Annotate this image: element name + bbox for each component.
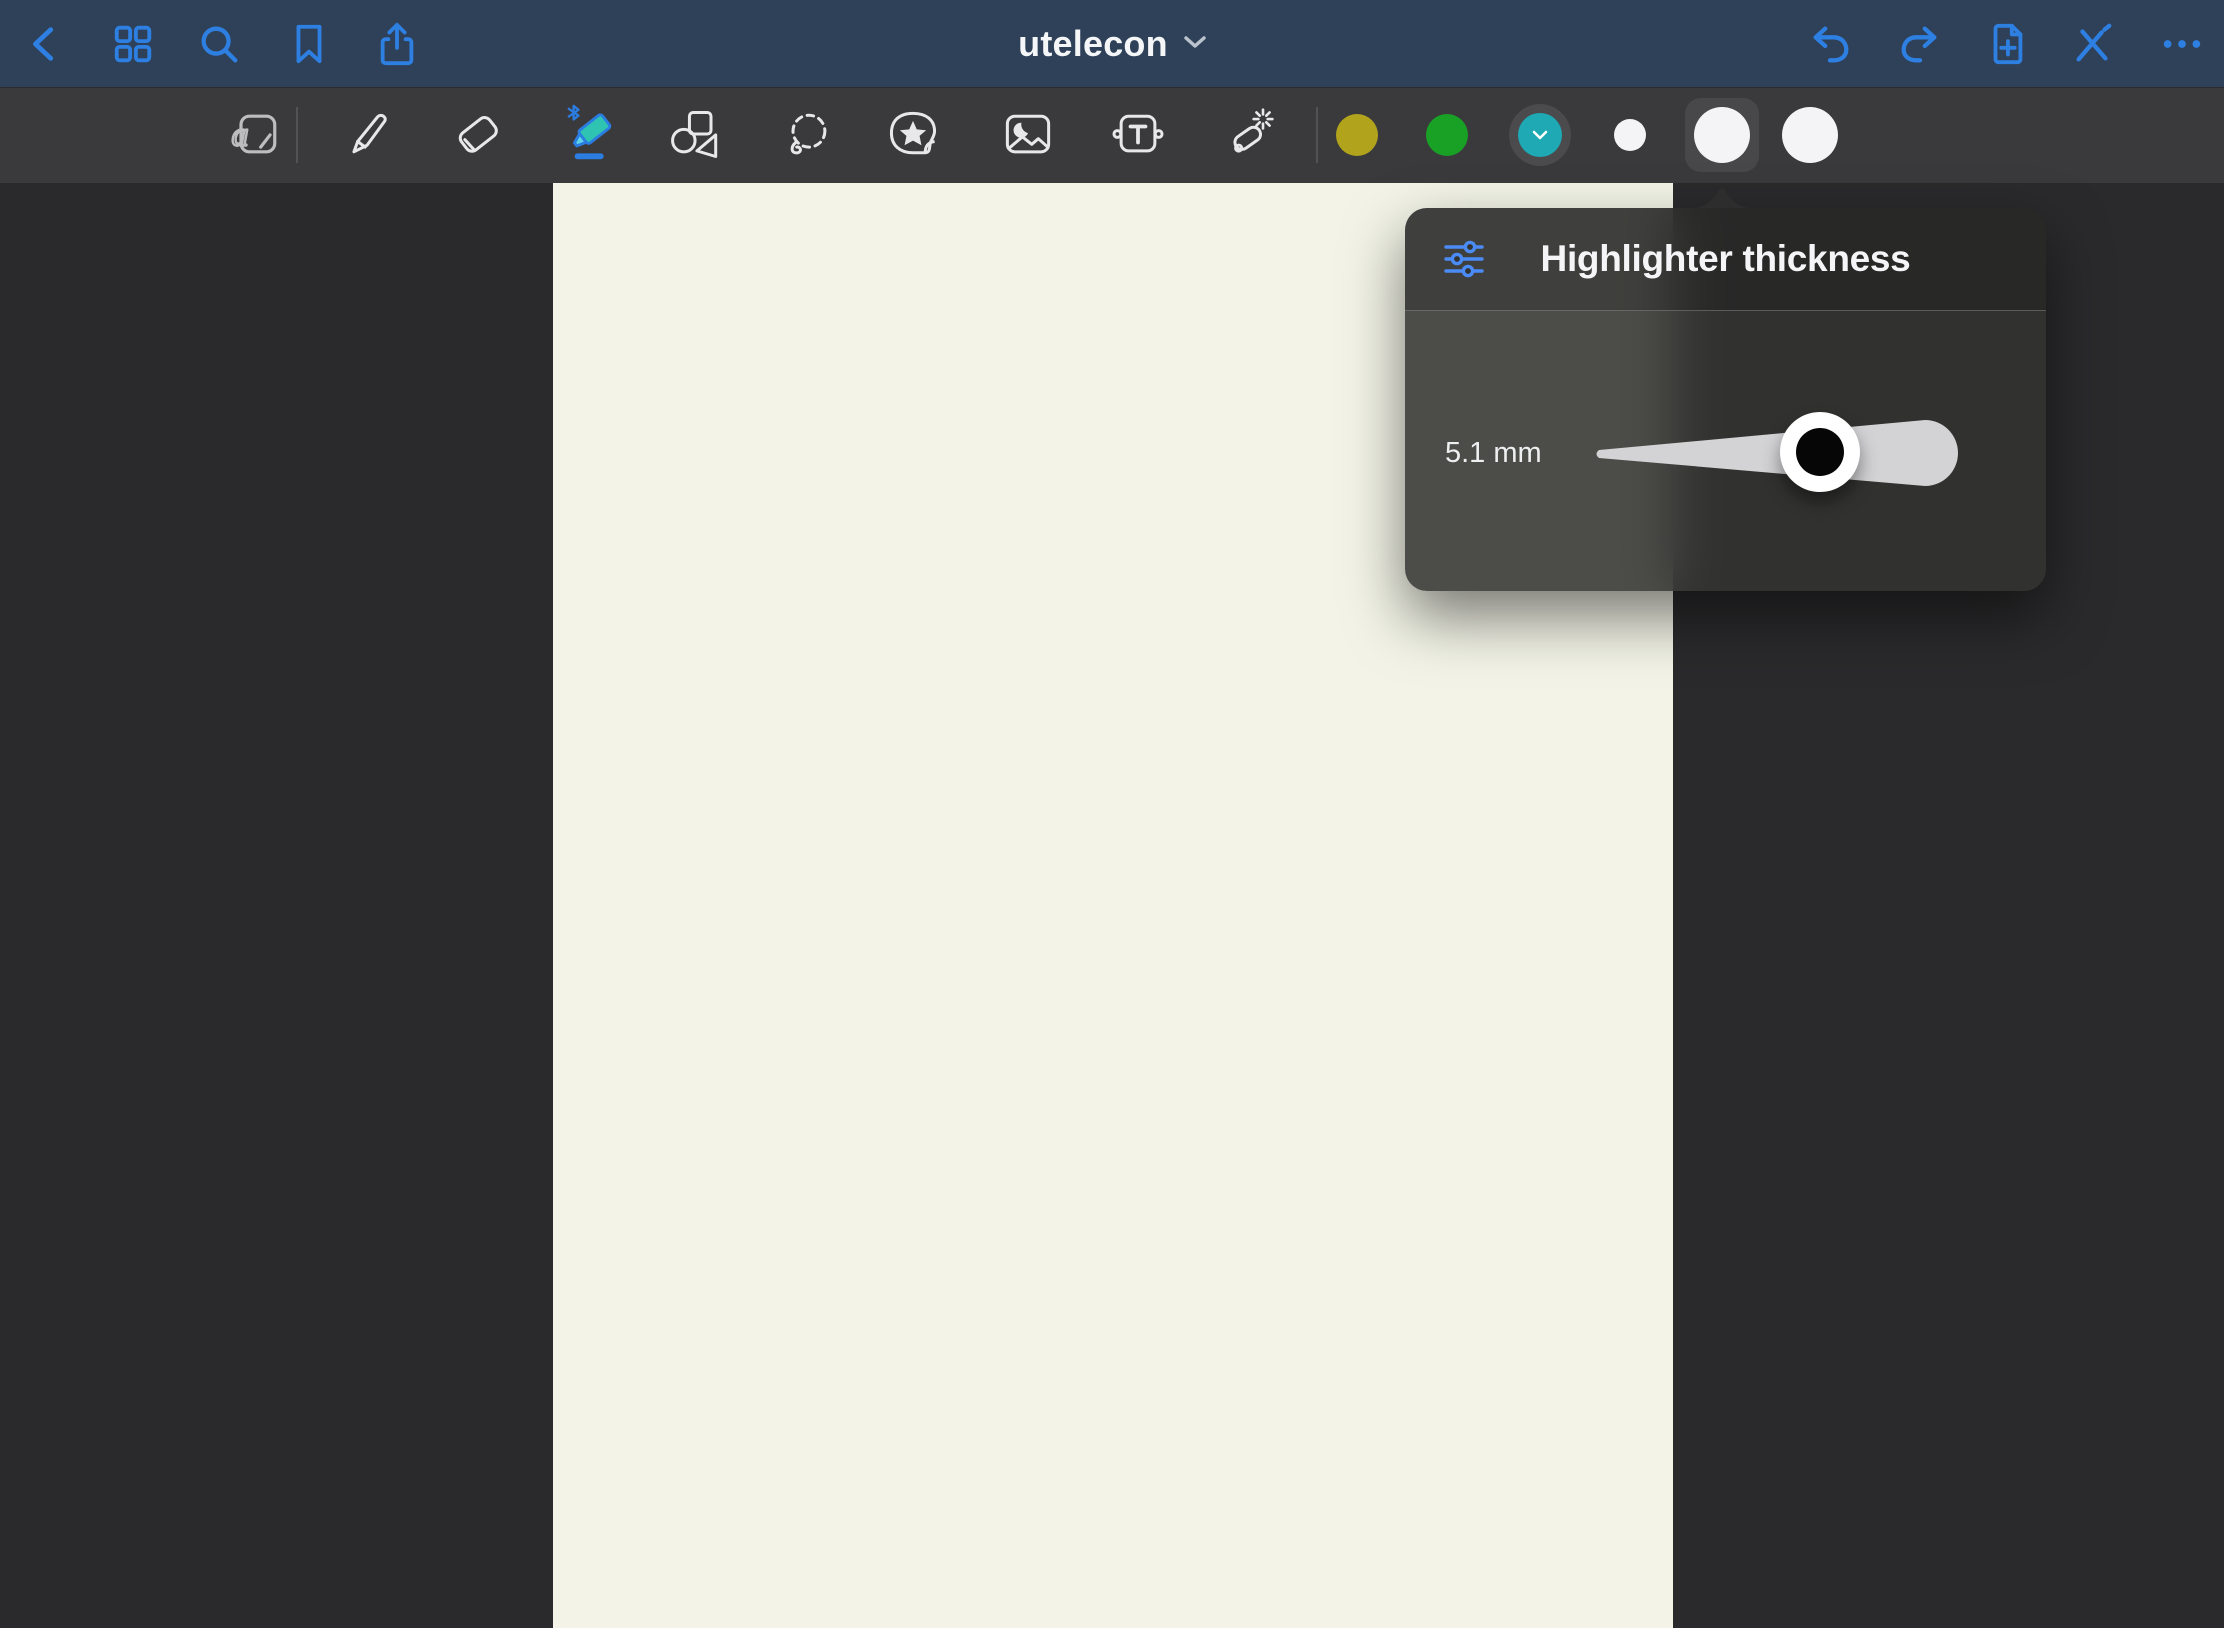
thickness-swatch-medium-selected[interactable] (1685, 98, 1759, 172)
tools-toolbar: a (0, 87, 2224, 183)
text-icon (1108, 104, 1168, 167)
add-page-button[interactable] (1982, 0, 2032, 87)
teal-color-dot (1518, 113, 1562, 157)
thickness-dot (1694, 107, 1750, 163)
thickness-slider-row: 5.1 mm (1405, 310, 2046, 591)
chevron-down-icon (1532, 128, 1548, 143)
share-button[interactable] (372, 0, 422, 87)
add-page-icon (1984, 21, 2030, 67)
lasso-icon (778, 104, 838, 167)
lasso-tool-button[interactable] (776, 103, 840, 167)
grid-icon (110, 21, 156, 67)
thickness-slider-knob[interactable] (1780, 412, 1860, 492)
image-icon (998, 104, 1058, 167)
image-tool-button[interactable] (996, 103, 1060, 167)
page-thumbnails-button[interactable] (108, 0, 158, 87)
canvas-area: Highlighter thickness 5.1 mm (0, 183, 2224, 1628)
pen-crossed-icon (2070, 21, 2116, 67)
popup-arrow (1696, 186, 1748, 208)
back-chevron-icon (22, 21, 68, 67)
stickers-icon (883, 104, 943, 167)
svg-text:a: a (232, 116, 249, 153)
toolbar-separator (1316, 107, 1318, 163)
share-icon (374, 21, 420, 67)
pen-icon (338, 104, 398, 167)
zoom-window-icon: a (226, 104, 286, 167)
undo-icon (1807, 21, 1853, 67)
highlighter-icon (562, 103, 624, 168)
knob-inner-dot (1796, 428, 1844, 476)
back-button[interactable] (20, 0, 70, 87)
thickness-value-label: 5.1 mm (1445, 437, 1542, 470)
stickers-tool-button[interactable] (881, 103, 945, 167)
thickness-swatch-large[interactable] (1782, 107, 1838, 163)
bookmark-button[interactable] (284, 0, 334, 87)
color-swatch-yellow[interactable] (1336, 114, 1378, 156)
laser-pointer-icon (1218, 104, 1278, 167)
document-title-button[interactable]: utelecon (1012, 22, 1212, 66)
color-swatch-teal-selected[interactable] (1509, 104, 1571, 166)
highlighter-tool-button[interactable] (561, 103, 625, 167)
popup-header: Highlighter thickness (1405, 208, 2046, 311)
color-swatch-green[interactable] (1426, 114, 1468, 156)
bookmark-icon (286, 21, 332, 67)
app-window: utelecon (0, 0, 2224, 1628)
pen-tool-button[interactable] (336, 103, 400, 167)
eraser-tool-button[interactable] (446, 103, 510, 167)
shapes-icon (666, 104, 726, 167)
text-tool-button[interactable] (1106, 103, 1170, 167)
more-options-button[interactable] (2157, 0, 2207, 87)
zoom-window-tool-button[interactable]: a (224, 103, 288, 167)
document-title: utelecon (1018, 23, 1168, 65)
undo-button[interactable] (1805, 0, 1855, 87)
search-button[interactable] (194, 0, 244, 87)
thickness-swatch-small[interactable] (1614, 119, 1646, 151)
shapes-tool-button[interactable] (664, 103, 728, 167)
eraser-icon (448, 104, 508, 167)
readonly-mode-button[interactable] (2068, 0, 2118, 87)
sliders-icon (1443, 239, 1485, 284)
highlighter-thickness-popup: Highlighter thickness 5.1 mm (1405, 208, 2046, 591)
redo-button[interactable] (1895, 0, 1945, 87)
ellipsis-icon (2159, 21, 2205, 67)
redo-icon (1897, 21, 1943, 67)
laser-pointer-tool-button[interactable] (1216, 103, 1280, 167)
top-navigation-bar: utelecon (0, 0, 2224, 87)
toolbar-separator (296, 107, 298, 163)
search-icon (196, 21, 242, 67)
popup-title: Highlighter thickness (1405, 238, 2046, 280)
chevron-down-icon (1184, 35, 1206, 52)
